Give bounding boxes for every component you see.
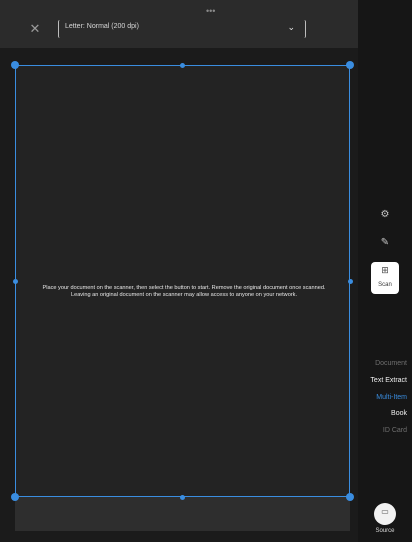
close-icon[interactable]: ✕ <box>28 22 42 36</box>
source-label: Source <box>375 528 395 534</box>
mode-id-card[interactable]: ID Card <box>383 427 407 434</box>
mode-multi-item[interactable]: Multi-Item <box>376 394 407 401</box>
crop-handle-top-left[interactable] <box>11 61 19 69</box>
edit-icon[interactable]: ✎ <box>378 236 392 250</box>
settings-icon[interactable]: ⚙ <box>378 208 392 222</box>
scan-icon: ⊞ <box>381 265 389 275</box>
crop-handle-left[interactable] <box>13 279 18 284</box>
grabber-handle[interactable]: ••• <box>206 7 215 16</box>
crop-handle-bottom-left[interactable] <box>11 493 19 501</box>
crop-handle-bottom[interactable] <box>180 495 185 500</box>
crop-handle-top[interactable] <box>180 63 185 68</box>
right-sidebar: ⚙ ✎ ⊞ Scan Document Text Extract Multi-I… <box>358 0 412 542</box>
scan-instructions: Place your document on the scanner, then… <box>42 285 326 298</box>
scan-button[interactable]: ⊞ Scan <box>371 262 399 294</box>
paper-size-value: Letter: Normal (200 dpi) <box>65 23 139 30</box>
paper-size-select[interactable]: Letter: Normal (200 dpi) ⌄ <box>58 20 306 38</box>
mode-book[interactable]: Book <box>391 410 407 417</box>
crop-handle-right[interactable] <box>348 279 353 284</box>
scanner-icon: ▭ <box>381 507 389 516</box>
scan-button-label: Scan <box>378 282 392 288</box>
crop-handle-top-right[interactable] <box>346 61 354 69</box>
source-button[interactable]: ▭ <box>374 503 396 525</box>
preview-bottom-strip <box>15 497 350 531</box>
mode-document[interactable]: Document <box>375 360 407 367</box>
scan-preview-area <box>15 65 350 497</box>
scanner-app: ••• ✕ Letter: Normal (200 dpi) ⌄ Place y… <box>0 0 412 542</box>
chevron-down-icon: ⌄ <box>287 22 295 32</box>
mode-text-extract[interactable]: Text Extract <box>370 377 407 384</box>
crop-handle-bottom-right[interactable] <box>346 493 354 501</box>
top-bar: ••• ✕ Letter: Normal (200 dpi) ⌄ <box>0 0 358 48</box>
